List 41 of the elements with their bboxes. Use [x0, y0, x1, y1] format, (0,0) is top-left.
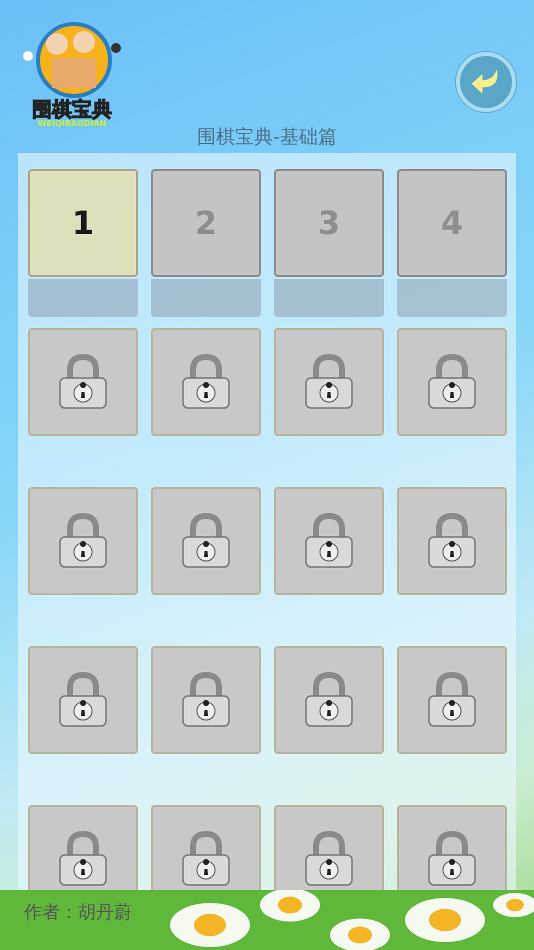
- padlock-icon: [181, 513, 231, 569]
- page-title: 围棋宝典-基础篇: [196, 125, 338, 150]
- locked-level-tile[interactable]: [151, 646, 261, 754]
- padlock-icon: [304, 672, 354, 728]
- back-button[interactable]: [456, 52, 516, 112]
- padlock-icon: [58, 354, 108, 410]
- locked-level-tile[interactable]: [28, 646, 138, 754]
- daisy-flower: [260, 888, 320, 922]
- locked-level-tile[interactable]: [274, 646, 384, 754]
- locked-level-tile[interactable]: [151, 487, 261, 595]
- padlock-icon: [58, 672, 108, 728]
- padlock-icon: [427, 831, 477, 887]
- logo-title: 围棋宝典: [32, 98, 112, 120]
- locked-level-tile[interactable]: [397, 805, 507, 890]
- level-button[interactable]: 1: [28, 169, 138, 277]
- locked-level-tile[interactable]: [28, 805, 138, 890]
- locked-level-tile[interactable]: [274, 328, 384, 436]
- daisy-flower: [493, 892, 534, 918]
- daisy-flower: [330, 918, 390, 950]
- padlock-icon: [304, 831, 354, 887]
- padlock-icon: [427, 672, 477, 728]
- padlock-icon: [181, 831, 231, 887]
- padlock-icon: [181, 354, 231, 410]
- padlock-icon: [427, 354, 477, 410]
- padlock-icon: [304, 513, 354, 569]
- locked-level-tile[interactable]: [28, 487, 138, 595]
- author-credit: 作者：胡丹蔚: [24, 901, 132, 924]
- locked-level-tile[interactable]: [397, 487, 507, 595]
- locked-level-tile[interactable]: [274, 487, 384, 595]
- locked-level-tile[interactable]: [397, 646, 507, 754]
- padlock-icon: [304, 354, 354, 410]
- locked-level-tile[interactable]: [28, 328, 138, 436]
- padlock-icon: [427, 513, 477, 569]
- locked-level-tile[interactable]: [274, 805, 384, 890]
- padlock-icon: [58, 831, 108, 887]
- locked-level-tile[interactable]: [397, 328, 507, 436]
- padlock-icon: [58, 513, 108, 569]
- padlock-icon: [181, 672, 231, 728]
- locked-level-tile[interactable]: [151, 328, 261, 436]
- logo-subtitle: WEIQIBAODIAN: [38, 120, 106, 129]
- locked-level-tile[interactable]: [151, 805, 261, 890]
